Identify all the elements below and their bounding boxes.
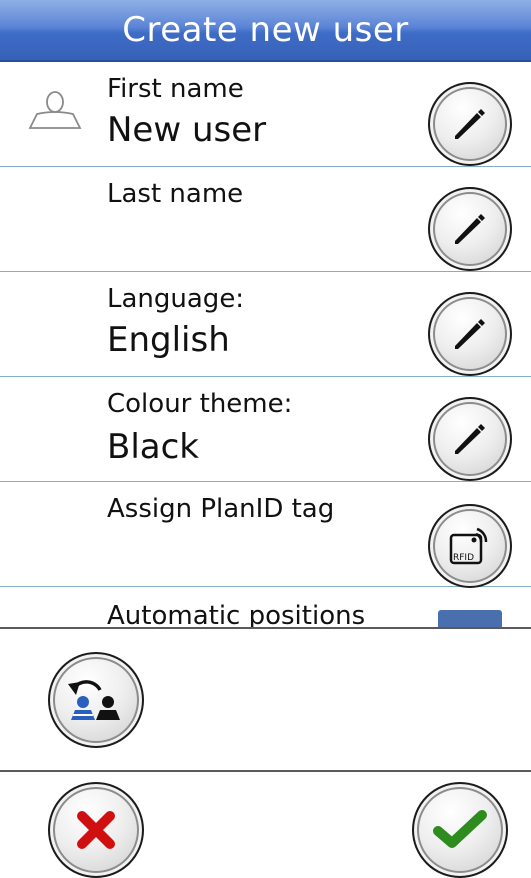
- edit-colour-theme-button[interactable]: [428, 397, 512, 481]
- title-bar: Create new user: [0, 0, 531, 62]
- automatic-positions-label: Automatic positions: [107, 601, 366, 628]
- first-name-row: First name New user: [0, 62, 531, 167]
- planid-row: Assign PlanID tag RFID: [0, 482, 531, 588]
- edit-language-button[interactable]: [428, 292, 512, 376]
- planid-label: Assign PlanID tag: [107, 494, 335, 524]
- pencil-icon: [455, 214, 485, 244]
- assign-planid-button[interactable]: RFID: [428, 504, 512, 588]
- colour-theme-row: Colour theme: Black: [0, 377, 531, 482]
- last-name-row: Last name: [0, 167, 531, 272]
- rfid-tag-icon: RFID: [449, 527, 488, 565]
- rfid-text: RFID: [453, 553, 474, 563]
- colour-theme-label: Colour theme:: [107, 389, 293, 419]
- user-avatar-icon: [25, 90, 85, 134]
- copy-user-icon: [68, 680, 120, 720]
- copy-user-button[interactable]: [48, 652, 144, 748]
- last-name-label: Last name: [107, 179, 244, 209]
- pencil-icon: [455, 109, 485, 139]
- automatic-positions-toggle[interactable]: [438, 610, 502, 628]
- page-title: Create new user: [122, 10, 409, 50]
- pencil-icon: [455, 424, 485, 454]
- colour-theme-value: Black: [107, 427, 199, 467]
- edit-last-name-button[interactable]: [428, 187, 512, 271]
- pencil-icon: [455, 319, 485, 349]
- action-bar-divider: [0, 770, 531, 772]
- cancel-button[interactable]: [48, 782, 144, 878]
- cross-icon: [77, 811, 115, 849]
- confirm-button[interactable]: [412, 782, 508, 878]
- checkmark-icon: [433, 810, 487, 848]
- language-label: Language:: [107, 284, 245, 314]
- list-bottom-divider: [0, 627, 531, 629]
- settings-list[interactable]: First name New user Last name Language: …: [0, 62, 531, 628]
- language-row: Language: English: [0, 272, 531, 377]
- language-value: English: [107, 320, 230, 360]
- first-name-value: New user: [107, 110, 267, 150]
- edit-first-name-button[interactable]: [428, 82, 512, 166]
- first-name-label: First name: [107, 74, 244, 104]
